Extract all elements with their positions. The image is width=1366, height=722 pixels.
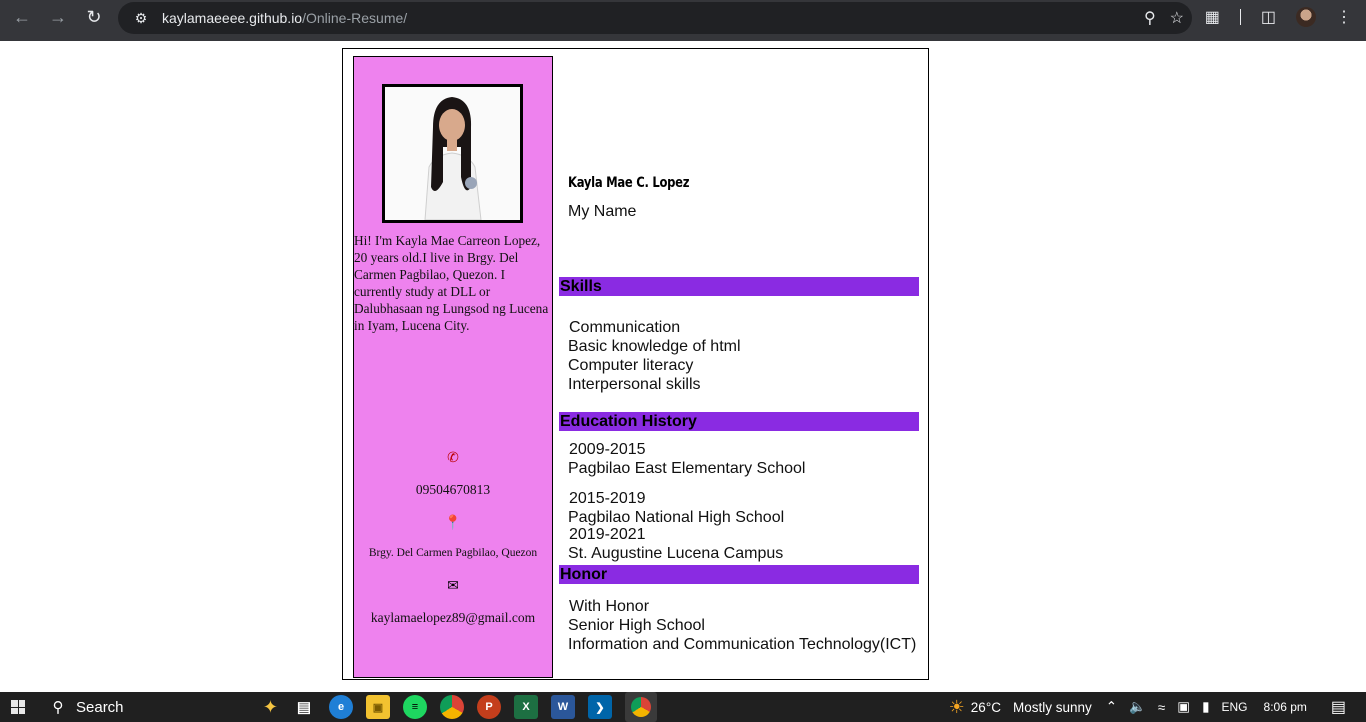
- side-panel-icon[interactable]: ◫: [1261, 7, 1276, 27]
- education-heading: Education History: [559, 412, 919, 431]
- chrome-active-icon[interactable]: [625, 692, 657, 722]
- bookmark-star-icon[interactable]: ☆: [1170, 8, 1184, 28]
- language-indicator[interactable]: ENG: [1222, 700, 1248, 714]
- extensions-icon[interactable]: ▦: [1205, 7, 1220, 27]
- honor-item: Senior High School: [568, 617, 705, 634]
- education-school: Pagbilao East Elementary School: [568, 460, 806, 477]
- excel-icon[interactable]: X: [514, 695, 538, 719]
- skills-heading: Skills: [559, 277, 919, 296]
- powerpoint-icon[interactable]: P: [477, 695, 501, 719]
- windows-icon: [11, 700, 25, 714]
- weather-temperature[interactable]: 26°C: [971, 700, 1001, 715]
- zoom-icon[interactable]: ⚲: [1144, 8, 1156, 28]
- file-explorer-icon[interactable]: ▣: [366, 695, 390, 719]
- start-button[interactable]: [0, 692, 36, 722]
- phone-number: 09504670813: [415, 482, 491, 497]
- skill-item: Interpersonal skills: [568, 376, 701, 393]
- chevron-up-icon[interactable]: ⌃: [1106, 699, 1117, 715]
- skill-item: Basic knowledge of html: [568, 338, 741, 355]
- profile-photo: [382, 84, 523, 223]
- skill-item: Communication: [569, 319, 681, 336]
- back-icon[interactable]: ←: [4, 0, 40, 34]
- honor-item: Information and Communication Technology…: [568, 636, 917, 653]
- email-text: kaylamaelopez89@gmail.com: [370, 610, 536, 625]
- email-icon: ✉: [447, 577, 459, 593]
- education-years: 2019-2021: [569, 526, 646, 543]
- url-path: /Online-Resume/: [302, 10, 408, 26]
- menu-icon[interactable]: ⋮: [1336, 7, 1352, 27]
- search-label: Search: [76, 698, 124, 716]
- spotify-icon[interactable]: ≡: [403, 695, 427, 719]
- education-years: 2015-2019: [569, 490, 646, 507]
- bio-text: Hi! I'm Kayla Mae Carreon Lopez, 20 year…: [354, 233, 549, 333]
- wifi-icon[interactable]: ≈: [1158, 700, 1165, 715]
- volume-icon[interactable]: 🔈: [1129, 699, 1146, 715]
- url-host: kaylamaeeee.github.io: [162, 10, 303, 26]
- toolbar-divider: [1239, 9, 1241, 25]
- search-icon: ⚲: [52, 699, 64, 716]
- copilot-sparkle-icon: ✦: [262, 696, 278, 717]
- weather-condition[interactable]: Mostly sunny: [1013, 700, 1092, 715]
- edge-icon[interactable]: e: [329, 695, 353, 719]
- task-view-icon[interactable]: ▤: [292, 695, 316, 719]
- forward-icon[interactable]: →: [40, 0, 76, 34]
- browser-toolbar: ← → ↻ ⚙ kaylamaeeee.github.io/Online-Res…: [0, 0, 1366, 41]
- clock-time[interactable]: 8:06 pm: [1264, 700, 1307, 714]
- honor-heading: Honor: [559, 565, 919, 584]
- phone-icon: ✆: [447, 449, 459, 465]
- meet-icon[interactable]: ▣: [1177, 699, 1190, 715]
- location-pin-icon: 📍: [444, 514, 462, 530]
- system-tray: ☀ 26°C Mostly sunny ⌃ 🔈 ≈ ▣ ▮ ENG 8:06 p…: [949, 692, 1366, 722]
- sidebar: Hi! I'm Kayla Mae Carreon Lopez, 20 year…: [353, 56, 553, 678]
- address-text: Brgy. Del Carmen Pagbilao, Quezon: [368, 547, 538, 559]
- full-name: Kayla Mae C. Lopez: [568, 175, 690, 191]
- honor-item: With Honor: [569, 598, 650, 615]
- url-text[interactable]: kaylamaeeee.github.io/Online-Resume/: [162, 10, 407, 26]
- education-years: 2009-2015: [569, 441, 646, 458]
- taskbar-search[interactable]: ⚲ Search ✦: [36, 692, 286, 722]
- taskbar: ⚲ Search ✦ ▤ e ▣ ≡ P X W ❯ ☀ 26°C Mostly…: [0, 692, 1366, 722]
- name-caption: My Name: [568, 203, 637, 220]
- word-icon[interactable]: W: [551, 695, 575, 719]
- main-content: Kayla Mae C. Lopez My Name Skills Commun…: [558, 49, 928, 679]
- chrome-icon[interactable]: [440, 695, 464, 719]
- education-school: St. Augustine Lucena Campus: [568, 545, 784, 562]
- battery-icon[interactable]: ▮: [1202, 699, 1209, 715]
- address-bar[interactable]: ⚙ kaylamaeeee.github.io/Online-Resume/ ⚲…: [118, 2, 1192, 34]
- vscode-icon[interactable]: ❯: [588, 695, 612, 719]
- reload-icon[interactable]: ↻: [76, 0, 112, 34]
- weather-sun-icon[interactable]: ☀: [949, 697, 965, 718]
- resume-container: Hi! I'm Kayla Mae Carreon Lopez, 20 year…: [342, 48, 929, 680]
- site-info-icon[interactable]: ⚙: [126, 10, 156, 27]
- skill-item: Computer literacy: [568, 357, 694, 374]
- profile-avatar[interactable]: [1296, 7, 1316, 27]
- notification-icon[interactable]: ▤: [1331, 697, 1346, 717]
- education-school: Pagbilao National High School: [568, 509, 785, 526]
